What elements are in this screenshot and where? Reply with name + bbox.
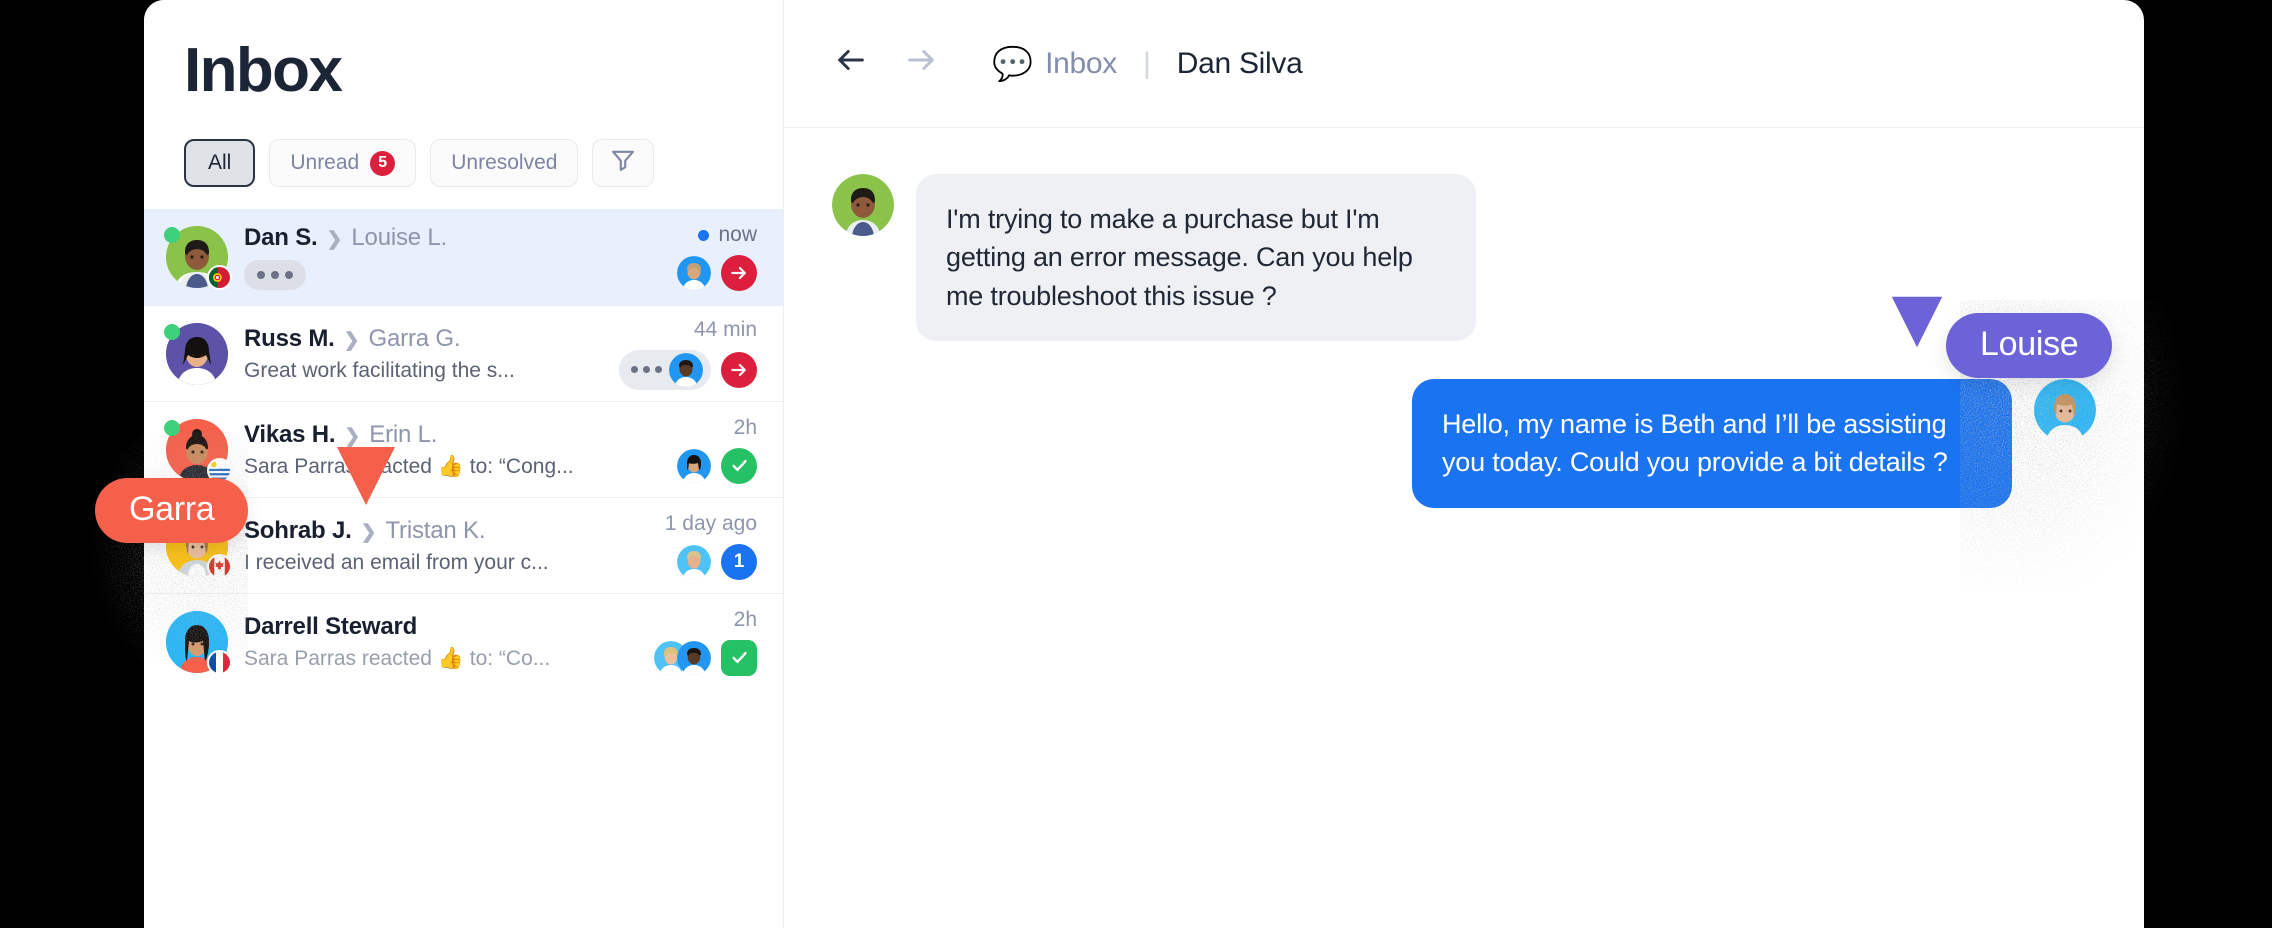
chevron-right-icon: ❯ [343, 329, 360, 351]
assignee-avatar [677, 256, 711, 291]
avatar [164, 418, 232, 483]
avatar [166, 610, 232, 675]
conversation-time: 2h [733, 415, 757, 439]
conversation-from: Vikas H. [244, 420, 336, 448]
chevron-right-icon: ❯ [344, 425, 361, 447]
message-avatar [832, 174, 894, 236]
conversation-row-darrell-steward[interactable]: Darrell Steward Sara Parras reacted 👍 to… [144, 593, 783, 689]
conversation-to: Garra G. [368, 324, 461, 352]
funnel-icon [609, 146, 637, 180]
filter-chip-unread-label: Unread [290, 151, 360, 175]
online-indicator [164, 323, 180, 340]
conversation-from: Sohrab J. [244, 516, 352, 544]
action-arrow-button[interactable] [721, 351, 757, 388]
conversation-list: Dan S. ❯ Louise L. now Russ M. ❯ Garra G… [144, 209, 783, 689]
typing-indicator [244, 260, 306, 291]
conversation-time: 44 min [693, 317, 757, 341]
flag-portugal [207, 265, 232, 291]
inbox-header: Inbox All Unread 5 Unresolved [144, 0, 783, 188]
conversation-row-dan-s[interactable]: Dan S. ❯ Louise L. now [144, 209, 783, 306]
message-row-incoming: I'm trying to make a purchase but I'm ge… [784, 174, 2144, 341]
flag-uruguay [207, 457, 232, 483]
conversation-body: Dan S. ❯ Louise L. [244, 224, 661, 291]
conversation-body: Sohrab J. ❯ Tristan K. I received an ema… [244, 517, 649, 575]
message-bubble-incoming: I'm trying to make a purchase but I'm ge… [916, 174, 1476, 341]
avatar [164, 514, 232, 579]
filter-chip-unresolved[interactable]: Unresolved [430, 139, 579, 188]
avatar [164, 226, 232, 291]
arrow-right-icon[interactable] [902, 43, 940, 84]
assignee-avatar [677, 640, 711, 675]
online-indicator [164, 419, 180, 436]
chevron-right-icon: ❯ [360, 521, 377, 543]
online-indicator [164, 227, 180, 244]
avatar [164, 322, 228, 385]
filter-row: All Unread 5 Unresolved [184, 139, 743, 188]
more-dots-icon [631, 366, 662, 374]
chat-pane: 💬 Inbox | Dan Silva I'm trying to make a… [784, 0, 2144, 928]
assignee-avatar-group [654, 640, 711, 675]
flag-france [207, 649, 232, 675]
conversation-meta: 2h [654, 608, 757, 676]
chat-header: 💬 Inbox | Dan Silva [784, 0, 2144, 128]
filter-chip-unresolved-label: Unresolved [451, 151, 558, 175]
assignee-avatar [677, 448, 711, 483]
conversation-to: Louise L. [351, 224, 448, 252]
conversation-body: Russ M. ❯ Garra G. Great work facilitati… [244, 325, 603, 383]
conversation-preview: Sara Parras reacted 👍 to: “Co... [244, 646, 551, 670]
unread-dot [698, 229, 710, 241]
conversation-preview: Great work facilitating the s... [244, 358, 515, 382]
breadcrumb-separator: | [1142, 46, 1151, 80]
conversation-row-sohrab-j[interactable]: Sohrab J. ❯ Tristan K. I received an ema… [144, 497, 783, 593]
chat-messages: I'm trying to make a purchase but I'm ge… [784, 128, 2144, 928]
message-avatar [2034, 378, 2096, 441]
action-resolve-button[interactable] [721, 447, 757, 484]
conversation-meta: now [677, 223, 757, 292]
conversation-preview: Sara Parras reacted 👍 to: “Cong... [244, 454, 574, 478]
conversation-time: 2h [733, 607, 757, 631]
breadcrumb-contact-name: Dan Silva [1176, 46, 1303, 80]
arrow-left-icon[interactable] [832, 43, 870, 84]
unread-count-badge: 1 [721, 543, 757, 580]
conversation-row-vikas-h[interactable]: Vikas H. ❯ Erin L. Sara Parras reacted 👍… [144, 401, 783, 497]
conversation-preview: I received an email from your c... [244, 550, 549, 574]
conversation-time: 1 day ago [664, 511, 757, 535]
message-bubble-outgoing: Hello, my name is Beth and I’ll be assis… [1412, 378, 2012, 508]
chevron-right-icon: ❯ [326, 229, 343, 251]
conversation-from: Russ M. [244, 324, 335, 352]
filter-chip-unread[interactable]: Unread 5 [269, 139, 417, 188]
assignee-pill [619, 349, 711, 390]
conversation-from: Darrell Steward [244, 612, 418, 640]
filter-chip-all[interactable]: All [184, 139, 256, 188]
conversation-meta: 44 min [619, 318, 757, 390]
conversation-meta: 1 day ago 1 [665, 512, 757, 580]
conversation-body: Darrell Steward Sara Parras reacted 👍 to… [244, 613, 638, 671]
assignee-avatar [669, 352, 703, 387]
conversation-meta: 2h [677, 416, 757, 484]
inbox-pane: Inbox All Unread 5 Unresolved Dan S. ❯ L… [144, 0, 784, 928]
app-window: Inbox All Unread 5 Unresolved Dan S. ❯ L… [144, 0, 2144, 928]
online-indicator [164, 515, 180, 532]
conversation-body: Vikas H. ❯ Erin L. Sara Parras reacted 👍… [244, 421, 661, 479]
action-arrow-button[interactable] [721, 255, 757, 292]
page-title: Inbox [184, 36, 343, 105]
breadcrumb-inbox-link[interactable]: Inbox [1045, 47, 1117, 81]
conversation-time: now [718, 223, 757, 247]
filter-button[interactable] [592, 139, 655, 188]
conversation-from: Dan S. [244, 224, 318, 252]
flag-canada [207, 553, 232, 579]
speech-bubble-icon: 💬 [992, 45, 1034, 82]
conversation-to: Tristan K. [385, 516, 486, 544]
conversation-to: Erin L. [369, 420, 438, 448]
message-row-outgoing: Hello, my name is Beth and I’ll be assis… [784, 378, 2144, 508]
action-resolve-button[interactable] [721, 639, 757, 676]
filter-chip-all-label: All [208, 151, 232, 175]
assignee-avatar [677, 544, 711, 579]
unread-badge: 5 [370, 150, 396, 176]
breadcrumb: 💬 Inbox | Dan Silva [992, 45, 1303, 82]
conversation-row-russ-m[interactable]: Russ M. ❯ Garra G. Great work facilitati… [144, 305, 783, 401]
